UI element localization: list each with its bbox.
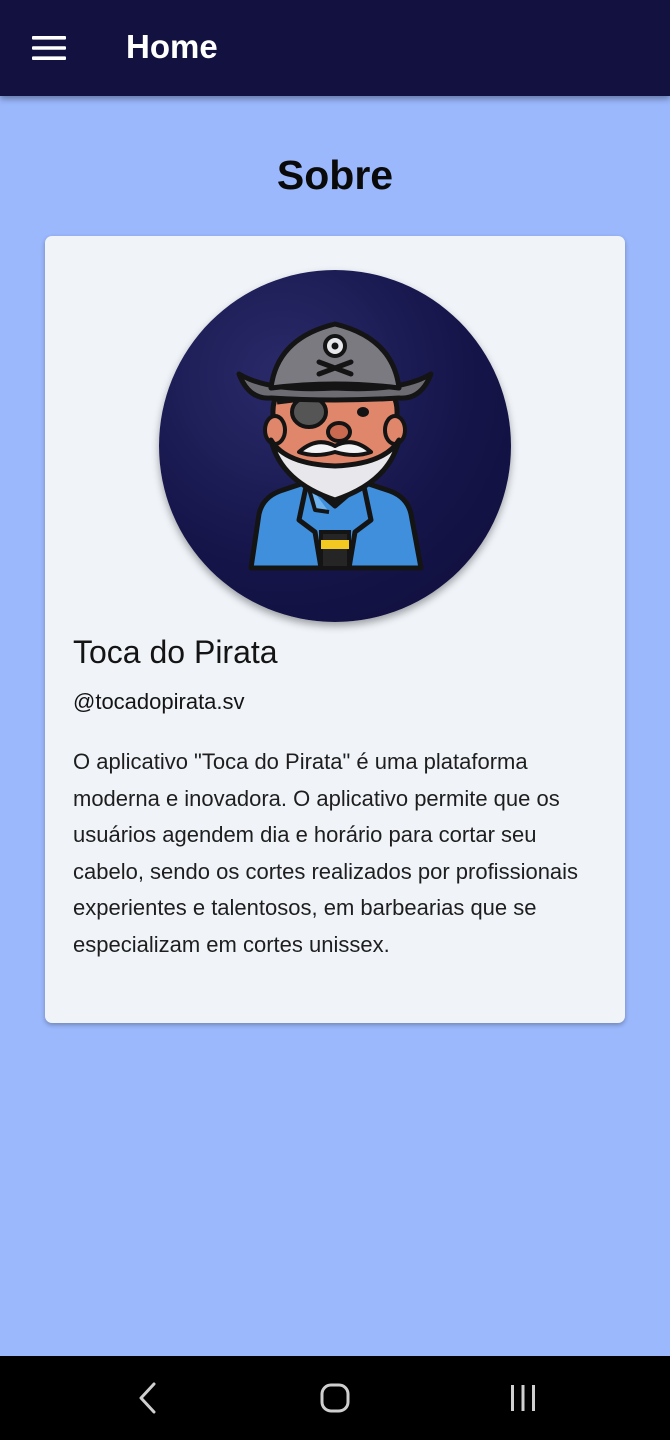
back-chevron-icon	[139, 1382, 156, 1414]
business-description: O aplicativo "Toca do Pirata" é uma plat…	[73, 749, 579, 957]
system-navigation-bar	[0, 1356, 670, 1440]
home-circle-icon	[320, 1383, 350, 1413]
profile-avatar	[159, 270, 511, 622]
section-title: Sobre	[276, 152, 394, 198]
recent-apps-icon	[511, 1385, 535, 1411]
menu-button[interactable]	[22, 26, 76, 70]
app-bar: Home	[0, 0, 670, 96]
app-bar-title: Home	[126, 28, 218, 65]
profile-card: Toca do Pirata @tocadopirata.sv O aplica…	[45, 236, 625, 1023]
social-handle: @tocadopirata.sv	[73, 689, 245, 714]
home-button[interactable]	[300, 1370, 370, 1426]
hamburger-menu-icon	[32, 36, 66, 60]
back-button[interactable]	[113, 1370, 183, 1426]
recent-apps-button[interactable]	[488, 1370, 558, 1426]
pirate-avatar-icon	[236, 321, 434, 571]
business-name: Toca do Pirata	[73, 634, 278, 670]
